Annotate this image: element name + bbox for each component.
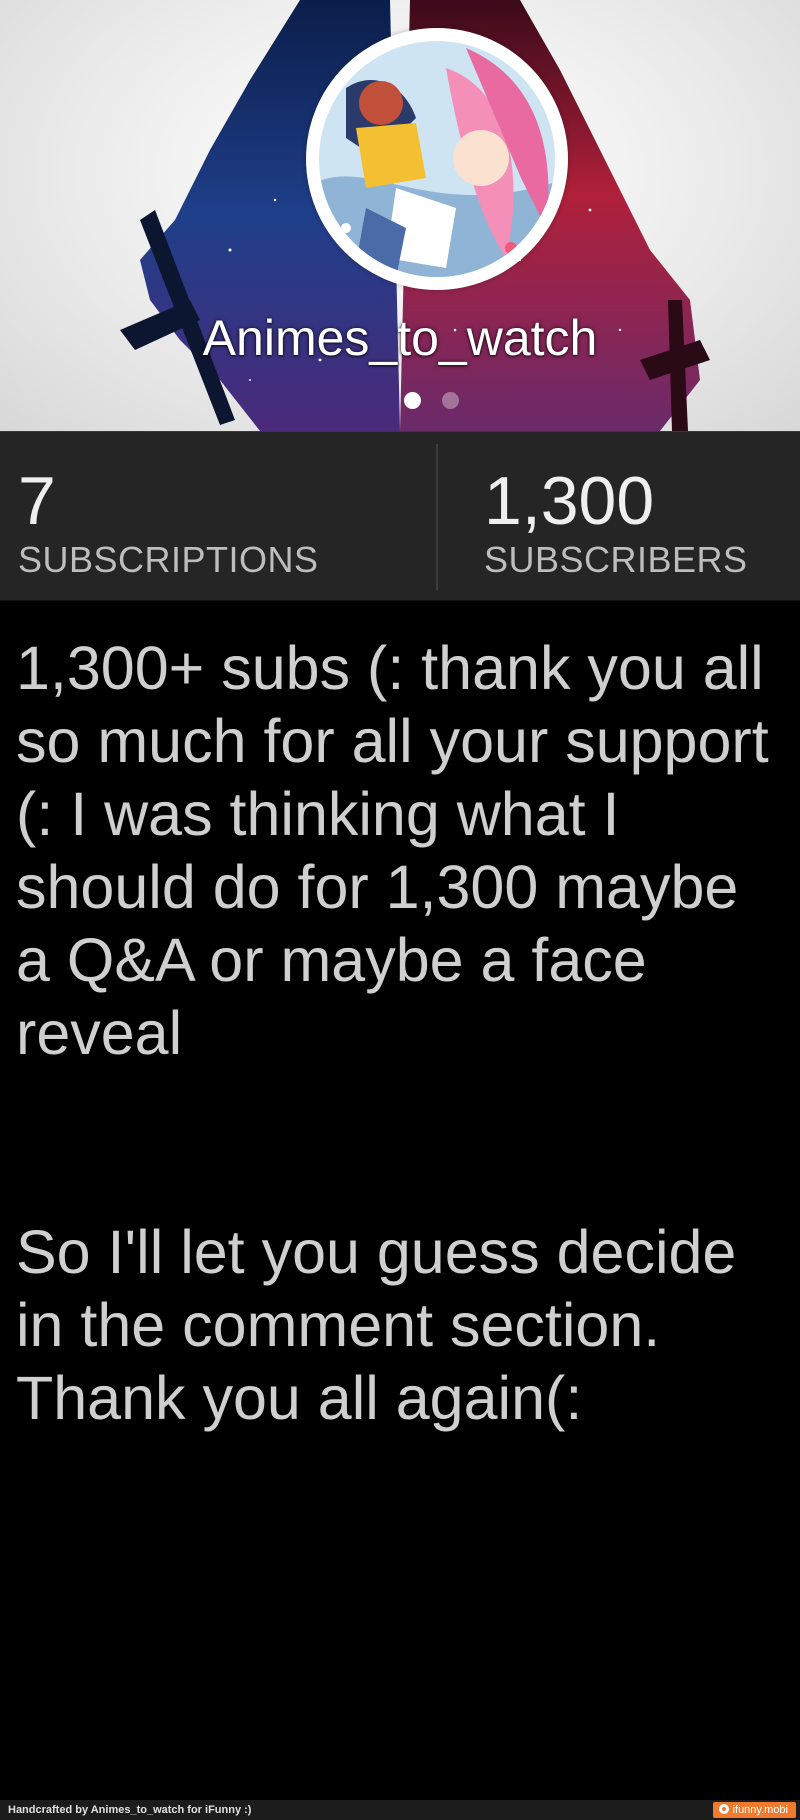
post-caption: 1,300+ subs (: thank you all so much for… bbox=[16, 632, 786, 1435]
ifunny-logo-icon bbox=[718, 1804, 729, 1814]
page-indicator-dot-inactive[interactable] bbox=[442, 392, 459, 409]
footer-credit: Handcrafted by Animes_to_watch for iFunn… bbox=[8, 1804, 252, 1816]
page-indicator-dot-active[interactable] bbox=[404, 392, 421, 409]
subscriptions-count: 7 bbox=[18, 463, 56, 539]
ifunny-badge[interactable]: ifunny.mobi bbox=[712, 1802, 796, 1818]
subscribers-stat[interactable]: 1,300 SUBSCRIBERS bbox=[484, 432, 784, 600]
post-paragraph-2: So I'll let you guess decide in the comm… bbox=[16, 1218, 737, 1432]
profile-avatar[interactable] bbox=[306, 28, 568, 290]
subscribers-label: SUBSCRIBERS bbox=[484, 539, 748, 580]
watermark-footer: Handcrafted by Animes_to_watch for iFunn… bbox=[0, 1800, 800, 1820]
anime-avatar-icon bbox=[313, 35, 561, 283]
subscribers-count: 1,300 bbox=[484, 463, 655, 539]
subscriptions-stat[interactable]: 7 SUBSCRIPTIONS bbox=[18, 432, 418, 600]
ifunny-badge-label: ifunny.mobi bbox=[732, 1804, 788, 1816]
profile-username: Animes_to_watch bbox=[202, 310, 598, 366]
stats-divider bbox=[436, 444, 438, 590]
profile-header: Animes_to_watch bbox=[0, 0, 800, 431]
subscriptions-label: SUBSCRIPTIONS bbox=[18, 539, 319, 580]
profile-stats-bar: 7 SUBSCRIPTIONS 1,300 SUBSCRIBERS bbox=[0, 431, 800, 601]
post-paragraph-1: 1,300+ subs (: thank you all so much for… bbox=[16, 634, 769, 1067]
page-indicator[interactable] bbox=[400, 392, 464, 412]
